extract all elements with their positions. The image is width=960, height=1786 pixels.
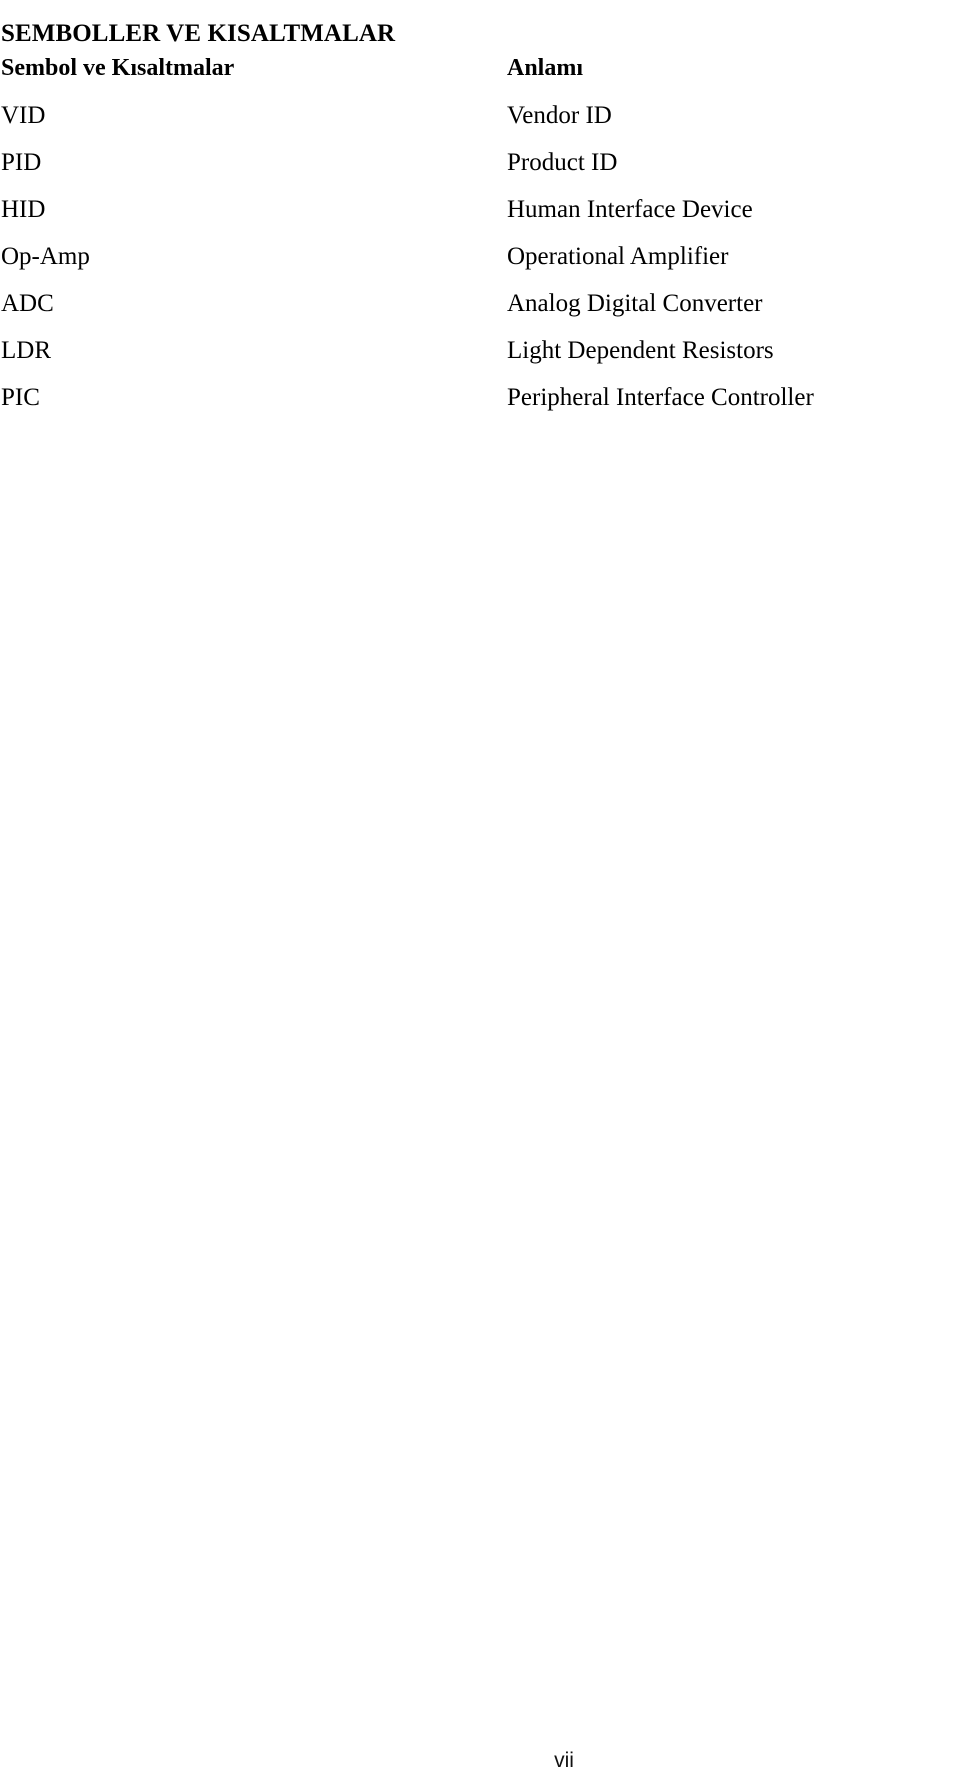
- table-row: ADC Analog Digital Converter: [0, 280, 960, 327]
- page-number: vii: [554, 1749, 574, 1772]
- abbreviation-symbol: PID: [1, 149, 42, 176]
- table-row: Op-Amp Operational Amplifier: [0, 233, 960, 280]
- abbreviation-meaning: Product ID: [507, 149, 618, 176]
- abbreviation-meaning: Human Interface Device: [507, 196, 753, 223]
- abbreviation-symbol: Op-Amp: [1, 243, 90, 270]
- table-row: PID Product ID: [0, 139, 960, 186]
- abbreviation-symbol: LDR: [1, 337, 51, 364]
- table-header-row: Sembol ve Kısaltmalar Anlamı: [0, 45, 960, 92]
- column-header-meaning: Anlamı: [507, 55, 584, 81]
- abbreviation-meaning: Light Dependent Resistors: [507, 337, 774, 364]
- abbreviation-meaning: Peripheral Interface Controller: [507, 384, 814, 411]
- abbreviation-symbol: HID: [1, 196, 46, 223]
- abbreviation-symbol: VID: [1, 102, 46, 129]
- document-page: SEMBOLLER VE KISALTMALAR Sembol ve Kısal…: [0, 0, 960, 1786]
- abbreviations-table: Sembol ve Kısaltmalar Anlamı VID Vendor …: [0, 45, 960, 421]
- table-row: HID Human Interface Device: [0, 186, 960, 233]
- table-row: LDR Light Dependent Resistors: [0, 327, 960, 374]
- column-header-symbol: Sembol ve Kısaltmalar: [1, 55, 235, 81]
- abbreviation-meaning: Operational Amplifier: [507, 243, 729, 270]
- abbreviation-meaning: Analog Digital Converter: [507, 290, 763, 317]
- abbreviation-meaning: Vendor ID: [507, 102, 612, 129]
- table-row: VID Vendor ID: [0, 92, 960, 139]
- table-row: PIC Peripheral Interface Controller: [0, 374, 960, 421]
- abbreviation-symbol: PIC: [1, 384, 40, 411]
- abbreviation-symbol: ADC: [1, 290, 54, 317]
